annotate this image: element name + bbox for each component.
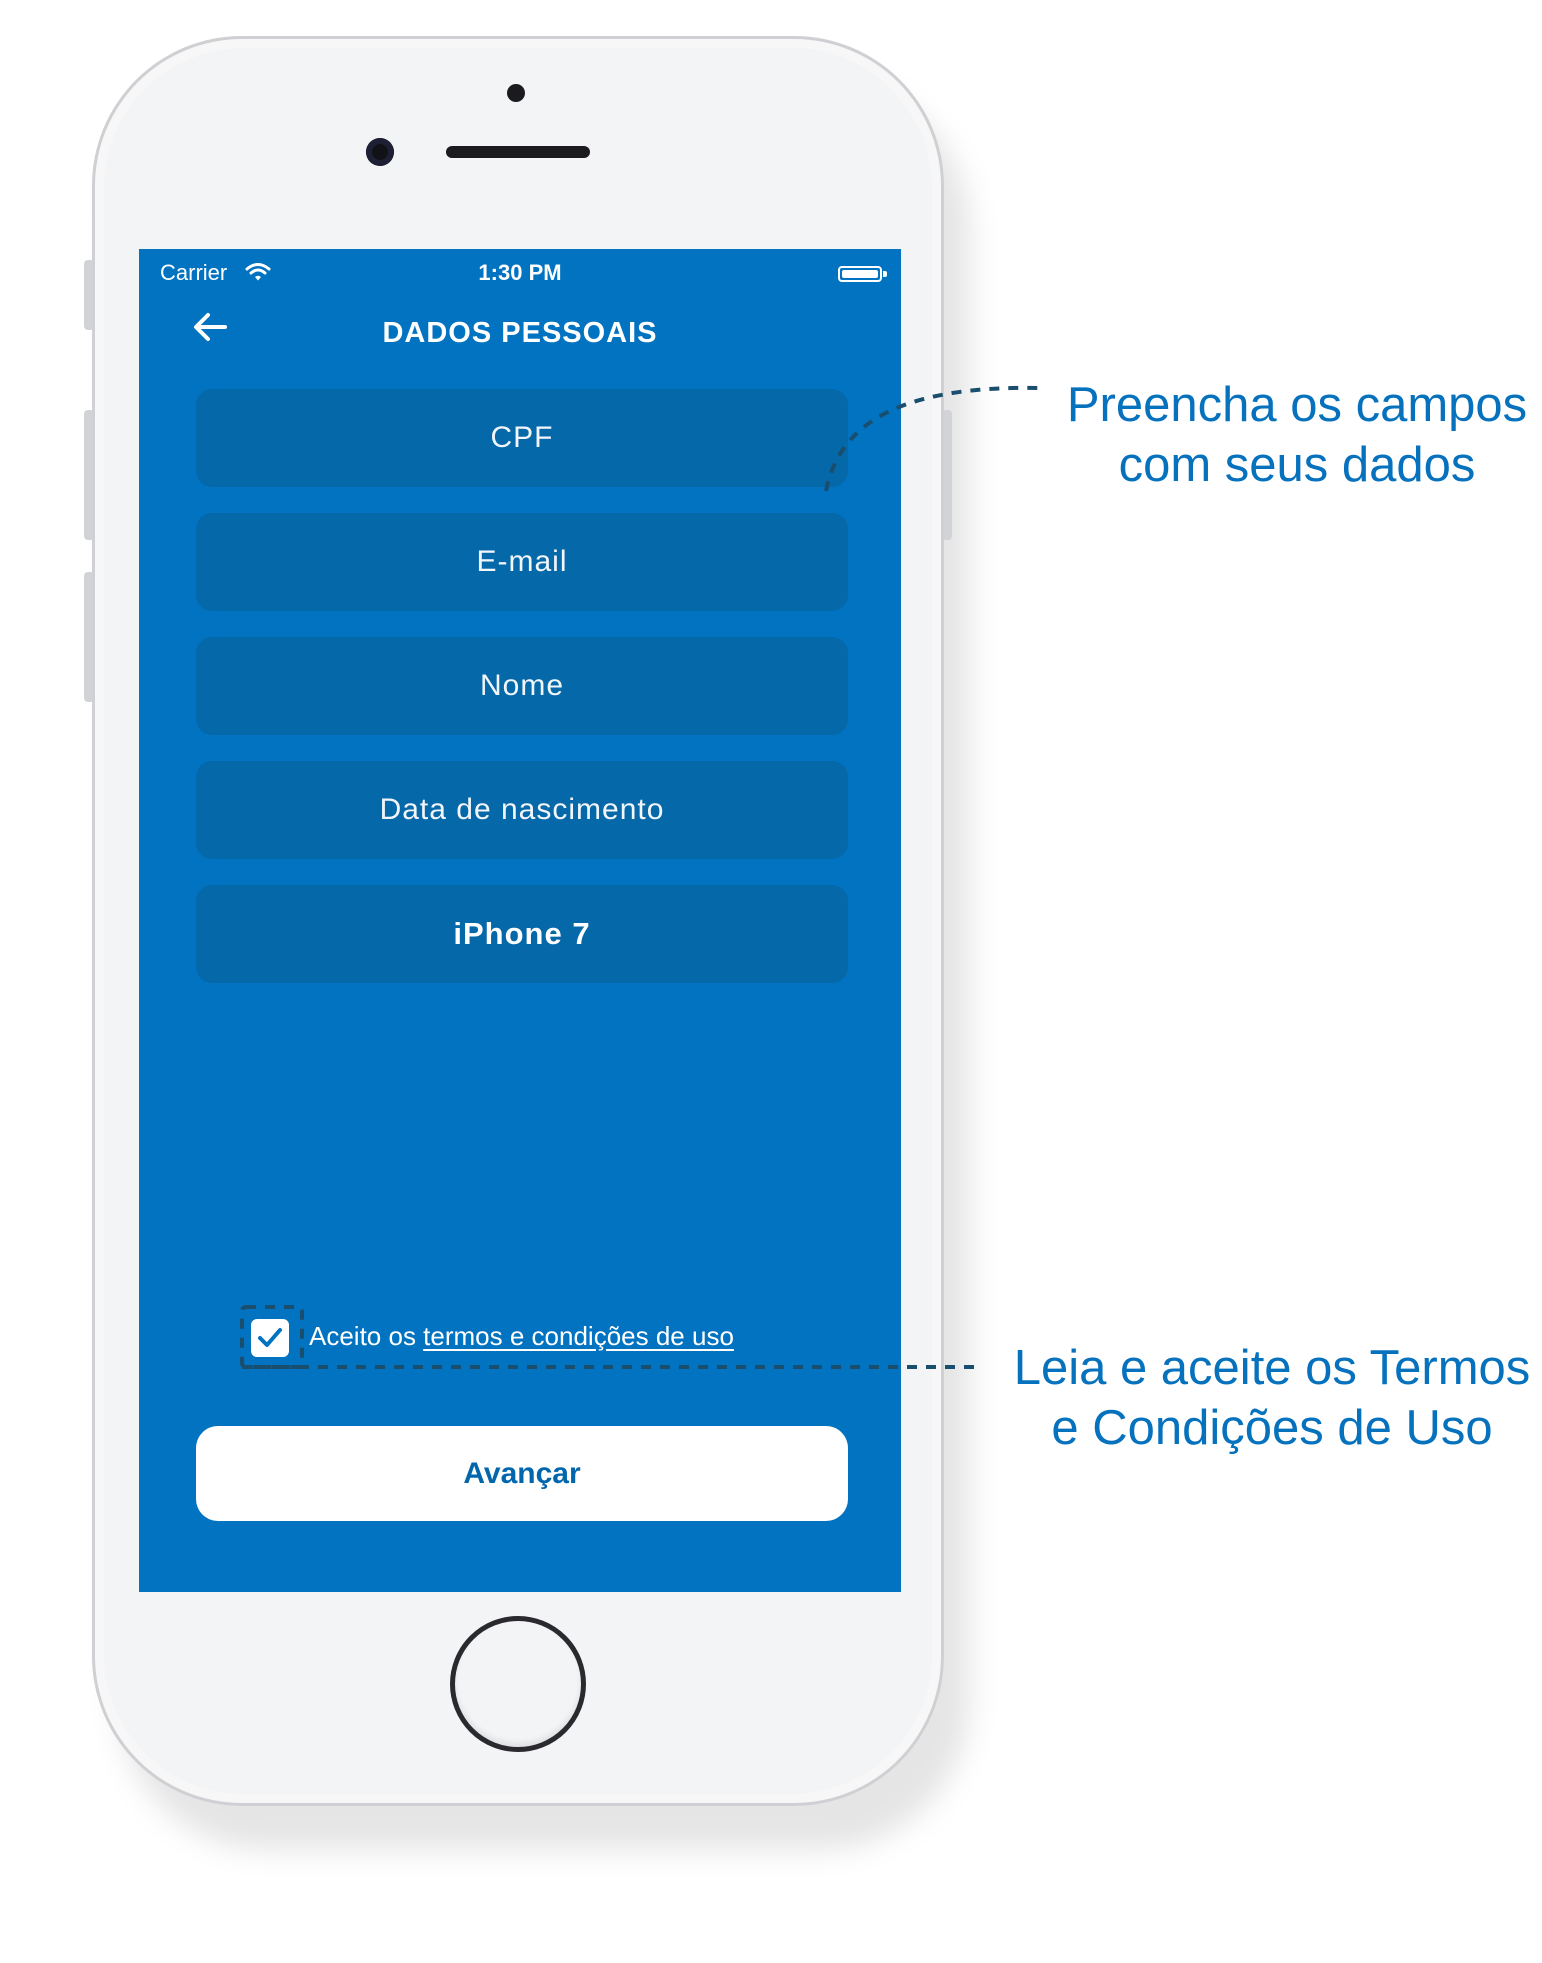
terms-label: Aceito os termos e condições de uso	[309, 1321, 734, 1352]
name-input[interactable]	[196, 637, 848, 735]
terms-row: Aceito os termos e condições de uso	[241, 1312, 801, 1360]
terms-prefix: Aceito os	[309, 1321, 424, 1351]
front-camera	[366, 138, 394, 166]
birthdate-input[interactable]	[196, 761, 848, 859]
checkmark-icon	[258, 1328, 282, 1347]
fields-annotation-line2: com seus dados	[1118, 438, 1476, 492]
terms-annotation-line2: e Condições de Uso	[1051, 1401, 1493, 1455]
app-screen: Carrier 1:30 PM DADOS PESSOAIS iPhone 7 …	[139, 249, 901, 1592]
terms-annotation-line1: Leia e aceite os Termos	[1013, 1341, 1531, 1395]
device-select[interactable]: iPhone 7	[196, 885, 848, 983]
status-time: 1:30 PM	[478, 260, 562, 285]
email-input[interactable]	[196, 513, 848, 611]
status-bar: Carrier 1:30 PM	[139, 249, 901, 293]
terms-checkbox[interactable]	[251, 1319, 289, 1357]
cpf-input[interactable]	[196, 389, 848, 487]
terms-link[interactable]: termos e condições de uso	[423, 1321, 734, 1351]
page-title: DADOS PESSOAIS	[382, 317, 658, 349]
fields-annotation: Preencha os campos com seus dados	[1052, 375, 1542, 495]
battery-icon	[838, 266, 882, 282]
terms-annotation: Leia e aceite os Termos e Condições de U…	[1002, 1338, 1542, 1458]
earpiece-speaker	[446, 146, 590, 158]
proximity-sensor	[507, 84, 525, 102]
home-button[interactable]	[450, 1616, 586, 1752]
battery-tip	[883, 271, 887, 277]
fields-annotation-line1: Preencha os campos	[1066, 378, 1528, 432]
next-button[interactable]: Avançar	[196, 1426, 848, 1521]
device-value: iPhone 7	[453, 916, 591, 951]
